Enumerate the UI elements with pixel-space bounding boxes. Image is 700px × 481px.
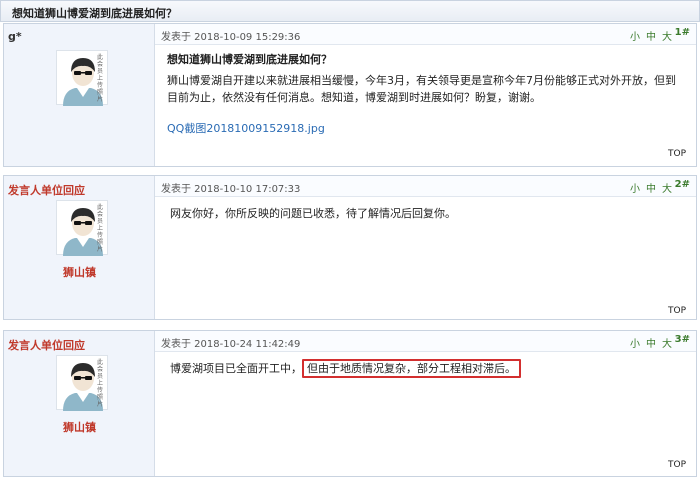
floor-number: 2# bbox=[674, 179, 690, 190]
post-timestamp: 发表于 2018-10-24 11:42:49 bbox=[161, 339, 301, 350]
author-column: 发言人单位回应 此会员上传照片 狮山镇 bbox=[4, 331, 155, 476]
post-body: 网友你好，你所反映的问题已收悉，待了解情况后回复你。 bbox=[170, 207, 456, 220]
author-column: 发言人单位回应 此会员上传照片 狮山镇 bbox=[4, 176, 155, 319]
font-size-controls: 小 中 大 bbox=[630, 28, 672, 43]
back-to-top-link[interactable]: TOP bbox=[668, 306, 686, 316]
font-medium-button[interactable]: 中 bbox=[646, 28, 656, 43]
thread-header: 想知道狮山博爱湖到底进展如何？ bbox=[0, 0, 700, 22]
post-heading: 想知道狮山博爱湖到底进展如何？ bbox=[167, 53, 332, 66]
font-medium-button[interactable]: 中 bbox=[646, 180, 656, 195]
highlighted-text: 但由于地质情况复杂，部分工程相对滞后。 bbox=[302, 359, 521, 378]
post-meta-bar: 发表于 2018-10-10 17:07:33 小 中 大 2# bbox=[155, 176, 696, 197]
author-organization: 狮山镇 bbox=[63, 266, 96, 279]
back-to-top-link[interactable]: TOP bbox=[668, 149, 686, 159]
font-large-button[interactable]: 大 bbox=[662, 28, 672, 43]
font-size-controls: 小 中 大 bbox=[630, 335, 672, 350]
font-large-button[interactable]: 大 bbox=[662, 335, 672, 350]
author-name[interactable]: 发言人单位回应 bbox=[8, 182, 85, 198]
post-meta-bar: 发表于 2018-10-24 11:42:49 小 中 大 3# bbox=[155, 331, 696, 352]
post-content: 博爱湖项目已全面开工中， 但由于地质情况复杂，部分工程相对滞后。 bbox=[170, 359, 682, 378]
post-3: 发言人单位回应 此会员上传照片 狮山镇 发表于 2018-10-24 11:42… bbox=[3, 330, 697, 477]
avatar-caption: 此会员上传照片 bbox=[97, 54, 104, 103]
attachment-link[interactable]: QQ截图20181009152918.jpg bbox=[167, 120, 325, 137]
back-to-top-link[interactable]: TOP bbox=[668, 460, 686, 470]
post-body: 博爱湖项目已全面开工中， bbox=[170, 362, 302, 375]
floor-number: 1# bbox=[674, 27, 690, 38]
post-timestamp: 发表于 2018-10-09 15:29:36 bbox=[161, 32, 301, 43]
font-size-controls: 小 中 大 bbox=[630, 180, 672, 195]
font-large-button[interactable]: 大 bbox=[662, 180, 672, 195]
default-user-avatar-icon[interactable]: 此会员上传照片 bbox=[56, 355, 108, 411]
post-timestamp: 发表于 2018-10-10 17:07:33 bbox=[161, 184, 301, 195]
thread-title: 想知道狮山博爱湖到底进展如何？ bbox=[12, 7, 177, 20]
post-meta-bar: 发表于 2018-10-09 15:29:36 小 中 大 1# bbox=[155, 24, 696, 45]
author-name[interactable]: 发言人单位回应 bbox=[8, 337, 85, 353]
post-body: 狮山博爱湖自开建以来就进展相当缓慢，今年3月，有关领导更是宣称今年7月份能够正式… bbox=[167, 74, 676, 104]
font-small-button[interactable]: 小 bbox=[630, 180, 640, 195]
author-organization: 狮山镇 bbox=[63, 421, 96, 434]
author-name[interactable]: g* bbox=[8, 30, 22, 43]
font-medium-button[interactable]: 中 bbox=[646, 335, 656, 350]
post-content: 网友你好，你所反映的问题已收悉，待了解情况后回复你。 bbox=[170, 205, 682, 222]
avatar-caption: 此会员上传照片 bbox=[97, 359, 104, 408]
post-2: 发言人单位回应 此会员上传照片 狮山镇 发表于 2018-10-10 17:07… bbox=[3, 175, 697, 320]
post-1: g* 此会员上传照片 发表于 2018-10-09 15:29:36 小 中 大… bbox=[3, 23, 697, 167]
avatar-caption: 此会员上传照片 bbox=[97, 204, 104, 253]
floor-number: 3# bbox=[674, 334, 690, 345]
author-column: g* 此会员上传照片 bbox=[4, 24, 155, 166]
default-user-avatar-icon[interactable]: 此会员上传照片 bbox=[56, 200, 108, 256]
default-user-avatar-icon[interactable]: 此会员上传照片 bbox=[56, 50, 108, 106]
font-small-button[interactable]: 小 bbox=[630, 335, 640, 350]
font-small-button[interactable]: 小 bbox=[630, 28, 640, 43]
post-content: 想知道狮山博爱湖到底进展如何？ 狮山博爱湖自开建以来就进展相当缓慢，今年3月，有… bbox=[167, 51, 682, 137]
